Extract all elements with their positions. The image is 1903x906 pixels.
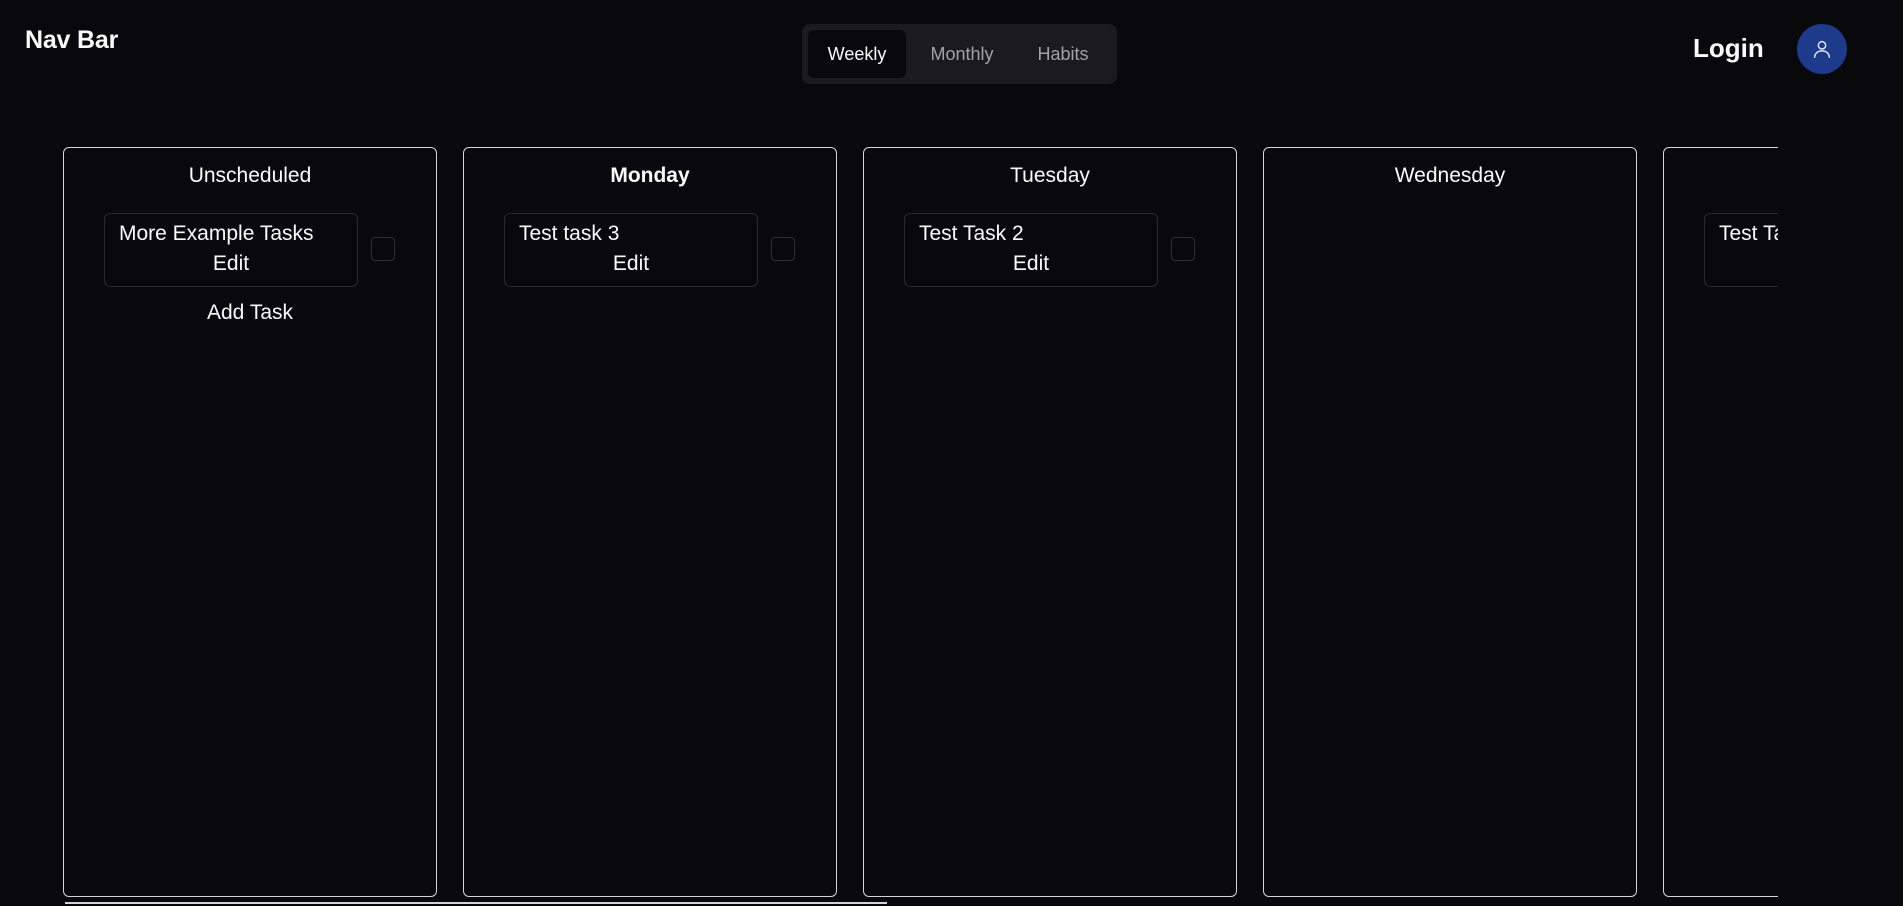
column-title: Unscheduled bbox=[188, 164, 312, 187]
task-checkbox[interactable] bbox=[771, 237, 795, 261]
task-card[interactable]: Test task 3 Edit bbox=[504, 213, 758, 287]
task-checkbox[interactable] bbox=[1171, 237, 1195, 261]
tab-monthly[interactable]: Monthly bbox=[910, 30, 1014, 78]
edit-task-button[interactable]: Edit bbox=[905, 252, 1157, 276]
edit-task-button[interactable]: Edit bbox=[105, 252, 357, 276]
column-title: Tuesday bbox=[1010, 164, 1090, 187]
task-name: Test task 3 bbox=[519, 222, 620, 245]
nav-bar: Nav Bar Weekly Monthly Habits Login bbox=[0, 0, 1903, 100]
column-wednesday: Wednesday bbox=[1263, 147, 1637, 897]
user-icon bbox=[1813, 40, 1831, 58]
task-checkbox[interactable] bbox=[371, 237, 395, 261]
login-button[interactable]: Login bbox=[1693, 33, 1764, 64]
weekly-board: Unscheduled More Example Tasks Edit Add … bbox=[63, 147, 1778, 906]
task-name: Test Task 2 bbox=[919, 222, 1024, 245]
task-card[interactable]: More Example Tasks Edit bbox=[104, 213, 358, 287]
column-title: Monday bbox=[610, 164, 690, 187]
add-task-button[interactable]: Add Task bbox=[64, 301, 436, 325]
column-title: Wednesday bbox=[1394, 164, 1506, 187]
view-tabs: Weekly Monthly Habits bbox=[802, 24, 1117, 84]
horizontal-scrollbar[interactable] bbox=[65, 902, 887, 904]
avatar-button[interactable] bbox=[1797, 24, 1847, 74]
column-unscheduled: Unscheduled More Example Tasks Edit Add … bbox=[63, 147, 437, 897]
edit-task-button[interactable]: Edit bbox=[505, 252, 757, 276]
tab-habits[interactable]: Habits bbox=[1018, 30, 1108, 78]
brand-title: Nav Bar bbox=[25, 26, 119, 54]
task-card[interactable]: Test Ta bbox=[1704, 213, 1778, 287]
task-card[interactable]: Test Task 2 Edit bbox=[904, 213, 1158, 287]
column-monday: Monday Test task 3 Edit bbox=[463, 147, 837, 897]
task-name: Test Ta bbox=[1719, 222, 1778, 245]
tab-weekly[interactable]: Weekly bbox=[808, 30, 906, 78]
column-thursday: Test Ta bbox=[1663, 147, 1778, 897]
column-tuesday: Tuesday Test Task 2 Edit bbox=[863, 147, 1237, 897]
task-name: More Example Tasks bbox=[119, 222, 314, 245]
